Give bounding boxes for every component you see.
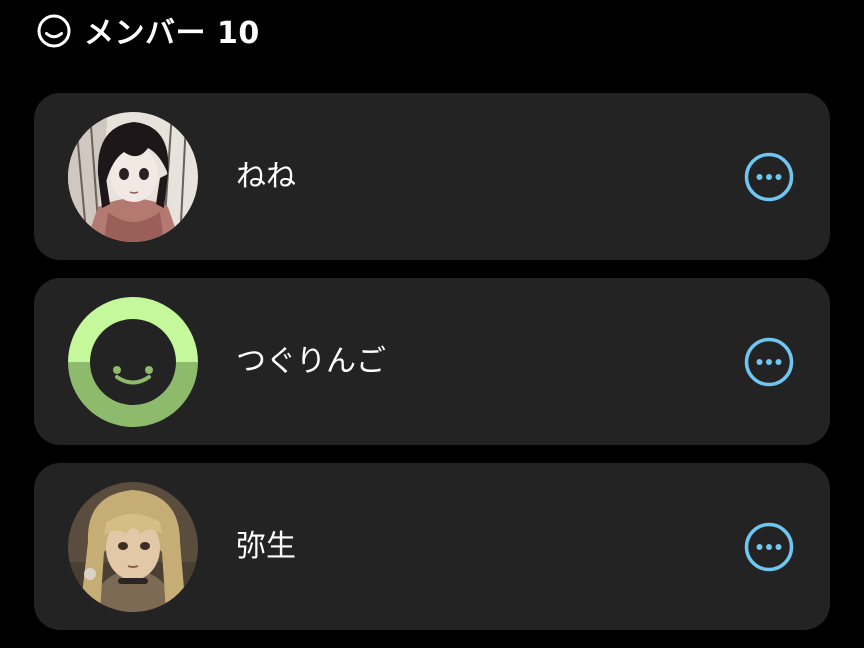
avatar[interactable] [68, 112, 198, 242]
photo-avatar-blonde-hair [68, 482, 198, 612]
member-list: ねね つぐりんご 弥生 [34, 93, 830, 648]
smiley-face-icon [37, 14, 71, 48]
member-header: メンバー 10 [34, 8, 260, 52]
more-options-button[interactable] [744, 152, 794, 202]
member-name: ねね [236, 159, 296, 194]
member-card[interactable]: ねね [34, 93, 830, 260]
more-options-icon [744, 337, 794, 387]
photo-avatar-dark-hair [68, 112, 198, 242]
more-options-icon [744, 522, 794, 572]
default-green-smiley-avatar [68, 297, 198, 427]
member-card[interactable]: 弥生 [34, 463, 830, 630]
more-options-icon [744, 152, 794, 202]
avatar[interactable] [68, 297, 198, 427]
more-options-button[interactable] [744, 337, 794, 387]
member-card[interactable]: つぐりんご [34, 278, 830, 445]
member-name: つぐりんご [236, 344, 386, 379]
avatar[interactable] [68, 482, 198, 612]
member-count-title: メンバー 10 [84, 16, 260, 51]
member-name: 弥生 [236, 529, 296, 564]
more-options-button[interactable] [744, 522, 794, 572]
